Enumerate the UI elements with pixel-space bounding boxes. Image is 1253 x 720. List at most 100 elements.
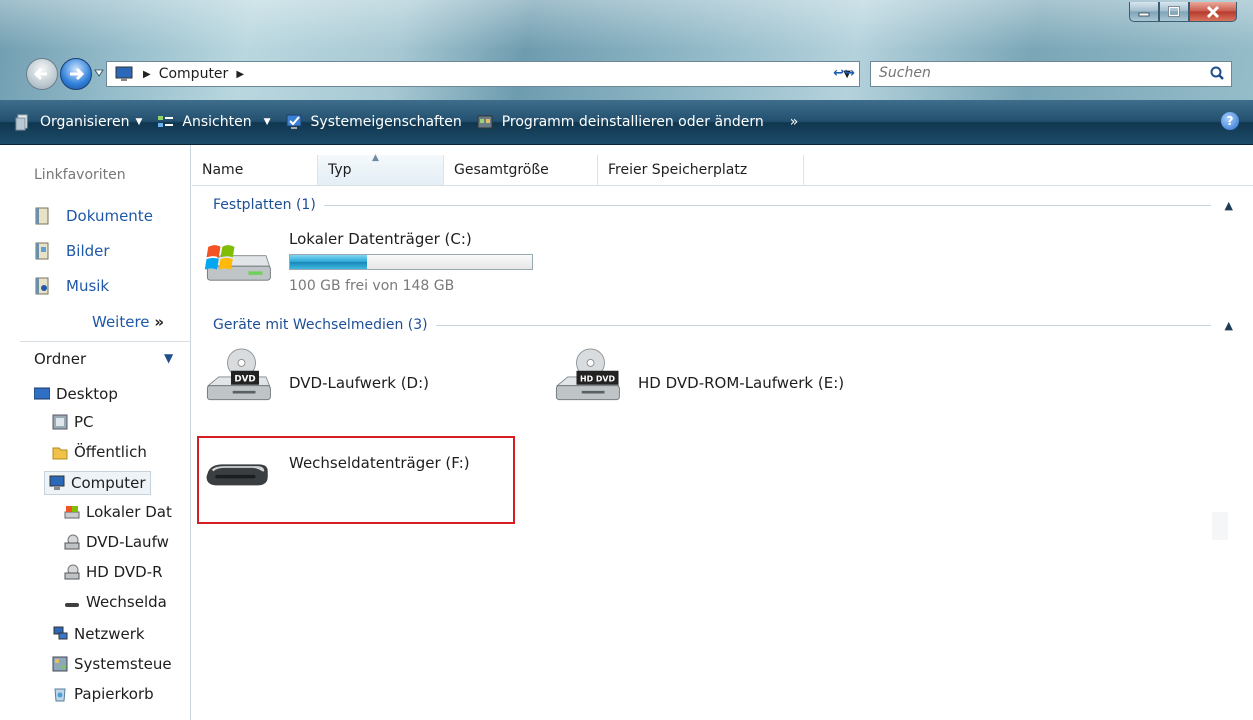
collapse-group-icon[interactable]: ▲ <box>1225 199 1233 212</box>
dvd-drive-icon: DVD <box>206 348 271 401</box>
back-button[interactable] <box>26 58 58 90</box>
drive-e-label: HD DVD-ROM-Laufwerk (E:) <box>638 374 845 392</box>
computer-icon <box>115 66 133 81</box>
chevron-down-icon[interactable]: ▼ <box>164 351 173 365</box>
network-icon <box>53 626 68 640</box>
tree-item-hd-dvd-drive[interactable]: HD DVD-R <box>64 563 190 581</box>
hd-dvd-badge: HD DVD <box>580 374 615 383</box>
organize-menu[interactable]: Organisieren ▼ <box>14 113 142 131</box>
highlight-box <box>197 436 515 524</box>
minimize-icon <box>1138 12 1150 16</box>
tree-item-dvd-drive[interactable]: DVD-Laufw <box>64 533 190 551</box>
tree-item-desktop[interactable]: Desktop <box>34 385 118 403</box>
chevron-down-icon: ▼ <box>135 117 143 127</box>
uninstall-program-button[interactable]: Programm deinstallieren oder ändern <box>476 113 764 131</box>
refresh-button[interactable]: ↩↪ <box>826 61 862 85</box>
group-removable-label: Geräte mit Wechselmedien (3) <box>213 317 428 333</box>
scrollbar[interactable] <box>1212 512 1228 540</box>
address-bar[interactable]: ▶ Computer ▶ ▼ <box>106 61 860 87</box>
help-button[interactable]: ? <box>1221 112 1239 130</box>
caption-buttons <box>1129 2 1237 22</box>
tree-item-removable-drive[interactable]: Wechselda <box>64 593 190 611</box>
close-icon <box>1206 5 1220 18</box>
drive-c-free-space: 100 GB frei von 148 GB <box>289 278 455 294</box>
tree-item-pc[interactable]: PC <box>52 413 94 431</box>
pictures-icon <box>35 242 49 260</box>
tree-item-recycle-bin[interactable]: Papierkorb <box>52 685 154 703</box>
uninstall-icon <box>477 115 493 129</box>
tree-item-public[interactable]: Öffentlich <box>52 443 147 461</box>
navigation-pane: Linkfavoriten Dokumente Bilder Musik Wei… <box>0 145 191 720</box>
tree-item-computer[interactable]: Computer <box>44 471 151 495</box>
column-header-row: Name Typ ▲ Gesamtgröße Freier Speicherpla… <box>192 153 1253 186</box>
more-favorites-link[interactable]: Weitere » <box>92 313 164 331</box>
maximize-icon <box>1168 5 1180 17</box>
tree-item-label: Öffentlich <box>74 443 147 461</box>
favorite-documents[interactable]: Dokumente <box>34 207 153 225</box>
public-folder-icon <box>52 447 68 460</box>
column-header-free-space[interactable]: Freier Speicherplatz <box>598 155 804 185</box>
favorite-music-label: Musik <box>66 277 110 295</box>
control-panel-icon <box>52 656 68 672</box>
forward-button[interactable] <box>60 58 92 90</box>
more-commands-button[interactable]: » <box>790 114 799 130</box>
tree-item-label: HD DVD-R <box>86 563 163 581</box>
recycle-bin-icon <box>54 688 66 702</box>
command-bar: Organisieren ▼ Ansichten ▼ Systemeigenscha… <box>0 100 1253 145</box>
removable-drive-icon <box>65 603 79 607</box>
favorite-music[interactable]: Musik <box>34 277 109 295</box>
dvd-drive-icon <box>64 564 80 580</box>
search-box[interactable] <box>870 61 1232 87</box>
drive-c[interactable]: Lokaler Datenträger (C:) 100 GB frei von… <box>203 230 533 294</box>
drive-d[interactable]: DVD DVD-Laufwerk (D:) <box>203 346 429 406</box>
more-favorites-label: Weitere <box>92 313 150 331</box>
maximize-button[interactable] <box>1159 2 1189 22</box>
recent-pages-dropdown-icon[interactable] <box>94 69 104 77</box>
views-icon <box>158 116 174 127</box>
system-properties-icon <box>286 114 302 129</box>
favorites-header: Linkfavoriten <box>34 167 126 183</box>
breadcrumb-computer[interactable]: Computer <box>159 66 229 82</box>
search-input[interactable] <box>871 62 1207 84</box>
tree-item-label: Papierkorb <box>74 685 154 703</box>
sort-ascending-icon: ▲ <box>372 153 379 163</box>
tree-item-local-disk[interactable]: Lokaler Dat <box>64 503 190 521</box>
forward-arrow-icon <box>70 67 85 81</box>
views-menu[interactable]: Ansichten ▼ <box>156 113 271 131</box>
tree-item-control-panel[interactable]: Systemsteue <box>52 655 190 673</box>
search-icon[interactable] <box>1209 65 1225 81</box>
column-header-total-size[interactable]: Gesamtgröße <box>444 155 598 185</box>
chevron-down-icon: ▼ <box>263 117 271 127</box>
minimize-button[interactable] <box>1129 2 1159 22</box>
favorite-pictures[interactable]: Bilder <box>34 242 110 260</box>
explorer-window: ▶ Computer ▶ ▼ ↩↪ Organisieren ▼ Ansichte… <box>0 0 1253 720</box>
dvd-badge: DVD <box>234 374 255 384</box>
computer-icon <box>49 475 65 490</box>
back-arrow-icon <box>33 67 47 81</box>
folders-header[interactable]: Ordner <box>34 350 86 368</box>
group-removable[interactable]: Geräte mit Wechselmedien (3) ▲ <box>213 317 1233 333</box>
music-icon <box>35 277 49 295</box>
tree-item-label: PC <box>74 413 94 431</box>
hard-drive-icon <box>64 506 80 519</box>
collapse-group-icon[interactable]: ▲ <box>1225 319 1233 332</box>
column-header-name[interactable]: Name <box>192 155 318 185</box>
breadcrumb-separator[interactable]: ▶ <box>236 69 244 80</box>
close-button[interactable] <box>1189 2 1237 22</box>
group-hard-disks-label: Festplatten (1) <box>213 197 316 213</box>
drive-c-label: Lokaler Datenträger (C:) <box>289 230 472 248</box>
favorite-documents-label: Dokumente <box>66 207 153 225</box>
user-folder-icon <box>52 414 68 430</box>
column-header-type[interactable]: Typ ▲ <box>318 153 444 185</box>
tree-item-network[interactable]: Netzwerk <box>52 625 145 643</box>
drive-e[interactable]: HD DVD HD DVD-ROM-Laufwerk (E:) <box>552 346 844 406</box>
tree-item-label: Computer <box>71 474 146 492</box>
system-properties-button[interactable]: Systemeigenschaften <box>285 113 462 131</box>
dvd-drive-icon <box>64 534 80 550</box>
group-hard-disks[interactable]: Festplatten (1) ▲ <box>213 197 1233 213</box>
hard-drive-icon <box>204 245 271 281</box>
breadcrumb-separator: ▶ <box>143 68 151 80</box>
tree-item-label: Lokaler Dat <box>86 503 172 521</box>
dvd-drive-icon: HD DVD <box>555 348 620 401</box>
pane-divider <box>20 341 190 342</box>
